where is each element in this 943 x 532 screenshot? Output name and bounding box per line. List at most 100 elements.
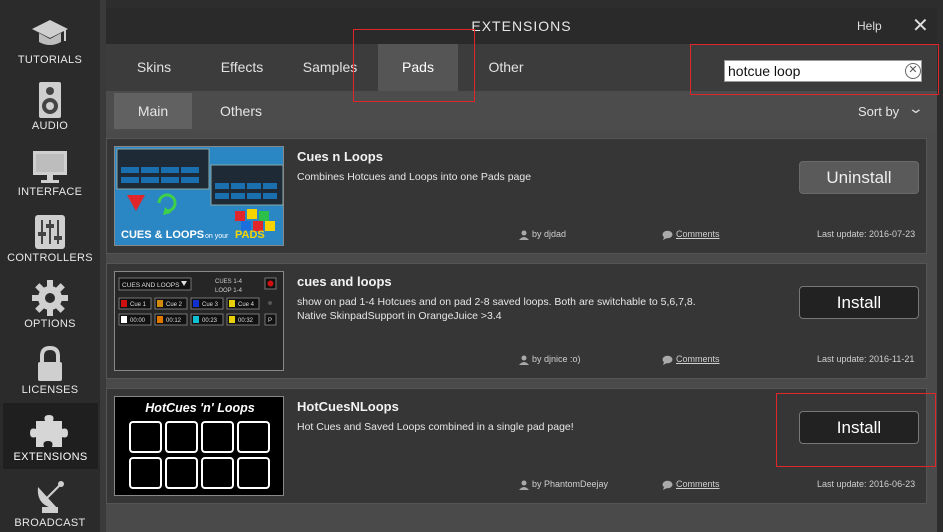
comment-bubble-icon	[662, 230, 673, 240]
clear-search-icon[interactable]: ✕	[905, 63, 921, 79]
puzzle-icon	[30, 415, 68, 447]
thumb-mode2: LOOP 1-4	[215, 288, 243, 294]
window-titlebar: EXTENSIONS Help ✕	[106, 8, 937, 44]
speaker-icon	[39, 82, 61, 118]
chevron-down-icon[interactable]: ⌄	[908, 100, 924, 117]
tab-other[interactable]: Other	[468, 44, 544, 91]
hotcuesnloops-thumbnail-graphic: HotCues 'n' Loops	[115, 397, 283, 495]
extension-description: show on pad 1-4 Hotcues and on pad 2-8 s…	[297, 296, 696, 322]
sidebar-item-label: BROADCAST	[14, 517, 86, 529]
svg-text:Cue 2: Cue 2	[166, 302, 183, 308]
extension-card: CUES & LOOPS on your PADS Cues n Loops C…	[106, 138, 927, 254]
sidebar-item-controllers[interactable]: CONTROLLERS	[0, 204, 100, 270]
thumb-mode-label: CUES AND LOOPS	[122, 282, 180, 289]
comments-link[interactable]: Comments	[662, 354, 720, 365]
comment-bubble-icon	[662, 480, 673, 490]
last-update: Last update: 2016-11-21	[817, 354, 915, 364]
svg-text:CUES & LOOPS: CUES & LOOPS	[121, 229, 204, 241]
thumb-loop-row: 00:00 00:12 00:23 00:32 P	[118, 313, 277, 326]
subcategory-bar: Main Others Sort by ⌄	[106, 91, 937, 131]
graduation-cap-icon	[32, 20, 68, 45]
sidebar-item-audio[interactable]: AUDIO	[0, 72, 100, 138]
svg-text:00:00: 00:00	[130, 318, 146, 324]
install-button[interactable]: Install	[799, 286, 919, 319]
svg-text:P: P	[268, 318, 272, 324]
extensions-window: EXTENSIONS Help ✕ Skins Effects Samples …	[106, 8, 937, 532]
tab-skins[interactable]: Skins	[116, 44, 192, 91]
install-button[interactable]: Install	[799, 411, 919, 444]
sidebar-item-label: CONTROLLERS	[7, 252, 93, 264]
comments-label: Comments	[676, 479, 720, 489]
sidebar-item-label: EXTENSIONS	[13, 451, 88, 463]
extension-card: HotCues 'n' Loops HotCuesNLoops Hot Cues…	[106, 388, 927, 504]
uninstall-button[interactable]: Uninstall	[799, 161, 919, 194]
sidebar-item-label: AUDIO	[31, 120, 69, 132]
extension-author: by PhantomDeejay	[519, 479, 608, 490]
tab-effects[interactable]: Effects	[204, 44, 280, 91]
extension-thumbnail: CUES & LOOPS on your PADS	[114, 146, 284, 246]
author-name: by djnice :o)	[532, 354, 581, 364]
extension-title: Cues n Loops	[297, 149, 383, 164]
svg-text:Cue 4: Cue 4	[238, 302, 255, 308]
tab-samples[interactable]: Samples	[292, 44, 368, 91]
svg-text:00:32: 00:32	[238, 318, 254, 324]
settings-sidebar: TUTORIALS AUDIO INTERFACE CONTROLLERS OP…	[0, 0, 100, 532]
cues-n-loops-thumbnail-graphic: CUES & LOOPS on your PADS	[115, 147, 283, 245]
extension-title: HotCuesNLoops	[297, 399, 399, 414]
user-icon	[519, 480, 529, 490]
sidebar-item-interface[interactable]: INTERFACE	[0, 138, 100, 204]
sidebar-item-label: OPTIONS	[24, 318, 76, 330]
svg-text:PADS: PADS	[235, 229, 265, 241]
search-box: ✕	[724, 60, 922, 82]
author-name: by PhantomDeejay	[532, 479, 609, 489]
satellite-dish-icon	[37, 481, 64, 513]
close-button[interactable]: ✕	[912, 13, 929, 38]
app-root: TUTORIALS AUDIO INTERFACE CONTROLLERS OP…	[0, 0, 943, 532]
search-input[interactable]	[728, 62, 898, 80]
comments-link[interactable]: Comments	[662, 479, 720, 490]
last-update: Last update: 2016-06-23	[817, 479, 916, 489]
user-icon	[519, 355, 529, 365]
sidebar-item-label: LICENSES	[21, 384, 79, 396]
extension-author: by djnice :o)	[519, 354, 581, 365]
extension-card: CUES AND LOOPS CUES 1-4 LOOP 1-4 Cue 1 C…	[106, 263, 927, 379]
sidebar-item-broadcast[interactable]: BROADCAST	[0, 469, 100, 532]
comments-link[interactable]: Comments	[662, 229, 720, 240]
comment-bubble-icon	[662, 355, 673, 365]
thumb-mode1: CUES 1-4	[215, 279, 243, 285]
svg-text:on your: on your	[205, 233, 229, 240]
sidebar-item-tutorials[interactable]: TUTORIALS	[0, 6, 100, 72]
sidebar-item-licenses[interactable]: LICENSES	[0, 336, 100, 402]
cues-and-loops-thumbnail-graphic: CUES AND LOOPS CUES 1-4 LOOP 1-4 Cue 1 C…	[115, 272, 283, 370]
extension-title: cues and loops	[297, 274, 392, 289]
lock-icon	[38, 345, 62, 381]
comments-label: Comments	[676, 229, 720, 239]
monitor-icon	[33, 151, 67, 183]
sidebar-item-options[interactable]: OPTIONS	[0, 270, 100, 336]
last-update: Last update: 2016-07-23	[817, 229, 916, 239]
mixer-faders-icon	[35, 215, 65, 249]
extension-description: Hot Cues and Saved Loops combined in a s…	[297, 421, 574, 433]
window-title: EXTENSIONS	[471, 18, 572, 34]
user-icon	[519, 230, 529, 240]
thumb-title: HotCues 'n' Loops	[145, 401, 254, 415]
svg-text:Cue 3: Cue 3	[202, 302, 219, 308]
svg-text:00:12: 00:12	[166, 318, 182, 324]
tab-pads[interactable]: Pads	[378, 44, 458, 91]
extension-author: by djdad	[519, 229, 566, 240]
extension-description: Combines Hotcues and Loops into one Pads…	[297, 171, 532, 183]
help-link[interactable]: Help	[857, 19, 882, 33]
sidebar-item-label: INTERFACE	[17, 186, 83, 198]
comments-label: Comments	[676, 354, 720, 364]
extension-thumbnail: HotCues 'n' Loops	[114, 396, 284, 496]
gear-icon	[32, 280, 68, 316]
svg-text:00:23: 00:23	[202, 318, 218, 324]
svg-text:Cue 1: Cue 1	[130, 302, 147, 308]
subtab-main[interactable]: Main	[114, 93, 192, 129]
sort-by-dropdown[interactable]: Sort by	[858, 104, 899, 119]
sidebar-item-extensions[interactable]: EXTENSIONS	[3, 403, 98, 469]
author-name: by djdad	[532, 229, 567, 239]
extension-thumbnail: CUES AND LOOPS CUES 1-4 LOOP 1-4 Cue 1 C…	[114, 271, 284, 371]
sidebar-item-label: TUTORIALS	[17, 54, 83, 66]
subtab-others[interactable]: Others	[202, 93, 280, 129]
